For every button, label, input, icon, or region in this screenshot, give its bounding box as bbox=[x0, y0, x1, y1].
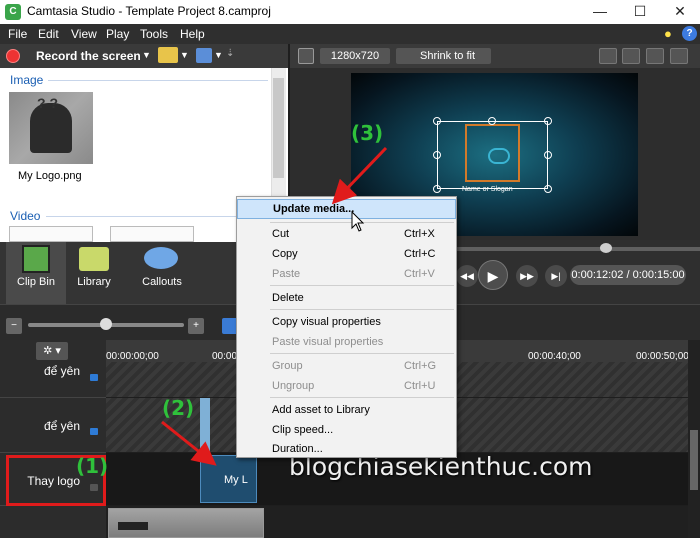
arrow-to-update-media bbox=[331, 146, 388, 205]
arrow-to-logo-clip bbox=[161, 420, 217, 466]
mouse-cursor bbox=[351, 210, 365, 232]
annotation-arrows bbox=[161, 146, 388, 466]
